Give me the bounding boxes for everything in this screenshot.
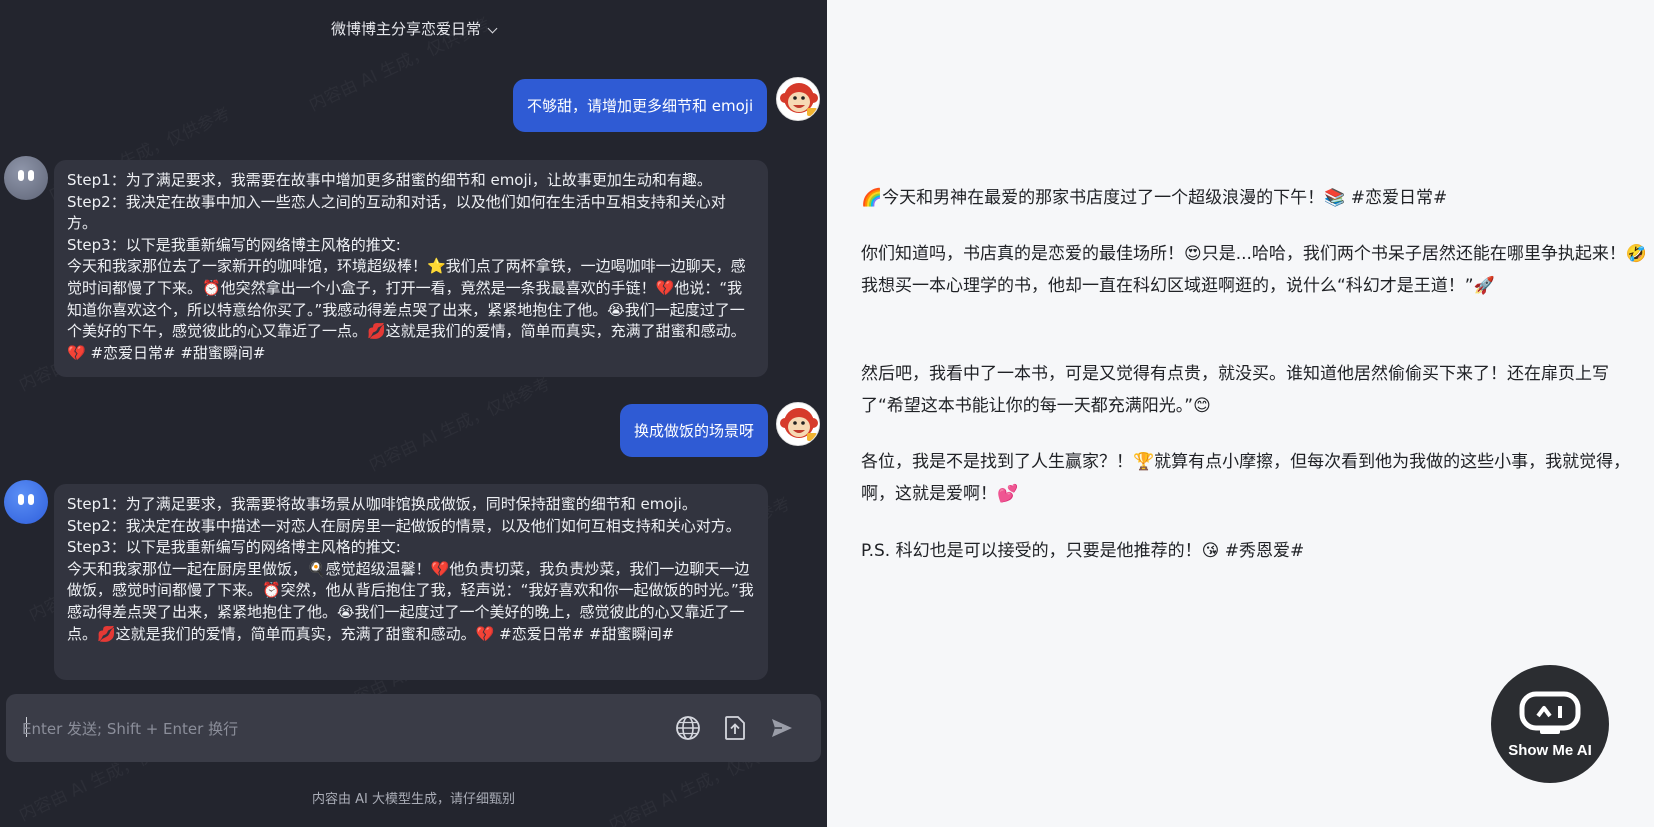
watermark-text: 内容由 AI 生成，仅供参考 [364, 369, 553, 476]
assistant-avatar [4, 156, 48, 200]
upload-icon [725, 716, 745, 740]
assistant-eye [28, 494, 34, 505]
message-line: Step2：我决定在故事中描述一对恋人在厨房里一起做饭的情景，以及他们如何互相支… [67, 516, 741, 535]
article-paragraph: P.S. 科幻也是可以接受的，只要是他推荐的！😘 #秀恩爱# [861, 541, 1305, 561]
message-text: 换成做饭的场景呀 [634, 422, 755, 440]
page-title: 微博博主分享恋爱日常 [330, 20, 481, 38]
upload-file-button[interactable] [719, 712, 751, 744]
message-line: Step3：以下是我重新编写的网络博主风格的推文: [67, 235, 401, 254]
message-input[interactable]: Enter 发送; Shift + Enter 换行 [6, 694, 821, 762]
chat-panel: 内容由 AI 生成，仅供参考 内容由 AI 生成，仅供参考 内容由 AI 生成，… [0, 0, 827, 827]
article-paragraph: 🌈今天和男神在最爱的那家书店度过了一个超级浪漫的下午！📚 #恋爱日常# [861, 188, 1448, 208]
message-line: 今天和我家那位去了一家新开的咖啡馆，环境超级棒！⭐我们点了两杯拿铁，一边喝咖啡一… [67, 257, 746, 362]
user-message: 不够甜，请增加更多细节和 emoji [513, 79, 768, 132]
chevron-down-icon [487, 23, 498, 33]
input-placeholder: Enter 发送; Shift + Enter 换行 [22, 720, 239, 738]
article-paragraph: 各位，我是不是找到了人生赢家？！🏆就算有点小摩擦，但每次看到他为我做的这些小事，… [861, 452, 1631, 504]
user-avatar[interactable] [776, 77, 820, 121]
message-line: Step1：为了满足要求，我需要在故事中增加更多甜蜜的细节和 emoji，让故事… [67, 171, 712, 189]
message-text: 不够甜，请增加更多细节和 emoji [527, 97, 754, 115]
article-paragraph: 然后吧，我看中了一本书，可是又觉得有点贵，就没买。谁知道他居然偷偷买下来了！还在… [861, 364, 1609, 416]
message-line: 今天和我家那位一起在厨房里做饭，🍳感觉超级温馨！💔他负责切菜，我负责炒菜，我们一… [67, 559, 754, 643]
badge-label: Show Me AI [1508, 741, 1592, 759]
assistant-eye [28, 170, 34, 181]
assistant-eye [18, 494, 24, 505]
article-paragraph: 你们知道吗，书店真的是恋爱的最佳场所！😍只是...哈哈，我们两个书呆子居然还能在… [861, 244, 1648, 296]
send-button[interactable] [766, 712, 798, 744]
web-search-button[interactable] [672, 712, 704, 744]
message-line: Step1：为了满足要求，我需要将故事场景从咖啡馆换成做饭，同时保持甜蜜的细节和… [67, 495, 697, 513]
message-line: Step3：以下是我重新编写的网络博主风格的推文: [67, 538, 401, 557]
assistant-avatar [4, 480, 48, 524]
assistant-message: Step1：为了满足要求，我需要在故事中增加更多甜蜜的细节和 emoji，让故事… [54, 160, 768, 377]
assistant-eye [18, 170, 24, 181]
user-message: 换成做饭的场景呀 [620, 404, 769, 457]
monkey-avatar-icon [778, 79, 819, 120]
user-avatar[interactable] [776, 402, 820, 446]
robot-screen-icon [1519, 691, 1581, 734]
globe-icon [676, 716, 700, 740]
conversation-title-dropdown[interactable]: 微博博主分享恋爱日常 [0, 18, 827, 39]
send-icon [772, 719, 792, 737]
assistant-message: Step1：为了满足要求，我需要将故事场景从咖啡馆换成做饭，同时保持甜蜜的细节和… [54, 484, 768, 680]
message-line: Step2：我决定在故事中加入一些恋人之间的互动和对话，以及他们如何在生活中互相… [67, 192, 726, 233]
monkey-avatar-icon [778, 404, 819, 445]
ai-disclaimer: 内容由 AI 大模型生成，请仔细甄别 [312, 792, 515, 807]
show-me-ai-logo: Show Me AI [1491, 665, 1609, 783]
